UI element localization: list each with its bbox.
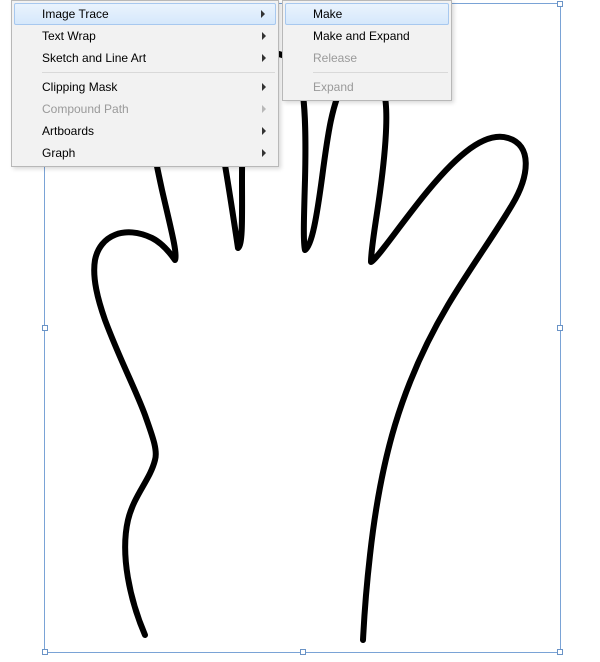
menu-item-label: Graph bbox=[42, 146, 75, 160]
context-menu[interactable]: Image Trace Text Wrap Sketch and Line Art C… bbox=[11, 0, 279, 167]
context-menu-item-graph[interactable]: Graph bbox=[14, 142, 276, 164]
menu-item-label: Compound Path bbox=[42, 102, 129, 116]
submenu-arrow-icon bbox=[262, 149, 266, 157]
submenu-item-make-and-expand[interactable]: Make and Expand bbox=[285, 25, 449, 47]
context-menu-item-compound-path: Compound Path bbox=[14, 98, 276, 120]
submenu-image-trace[interactable]: Make Make and Expand Release Expand bbox=[282, 0, 452, 101]
selection-handle-bl[interactable] bbox=[42, 649, 48, 655]
menu-item-label: Artboards bbox=[42, 124, 94, 138]
context-menu-item-sketch-and-line-art[interactable]: Sketch and Line Art bbox=[14, 47, 276, 69]
submenu-item-make[interactable]: Make bbox=[285, 3, 449, 25]
menu-item-label: Make bbox=[313, 7, 342, 21]
submenu-arrow-icon bbox=[262, 54, 266, 62]
submenu-item-expand: Expand bbox=[285, 76, 449, 98]
context-menu-item-clipping-mask[interactable]: Clipping Mask bbox=[14, 76, 276, 98]
canvas[interactable]: Image Trace Text Wrap Sketch and Line Art C… bbox=[0, 0, 600, 662]
submenu-arrow-icon bbox=[262, 127, 266, 135]
menu-item-label: Make and Expand bbox=[313, 29, 410, 43]
selection-handle-tr[interactable] bbox=[557, 1, 563, 7]
menu-item-label: Text Wrap bbox=[42, 29, 96, 43]
context-menu-item-text-wrap[interactable]: Text Wrap bbox=[14, 25, 276, 47]
submenu-arrow-icon bbox=[261, 10, 265, 18]
submenu-arrow-icon bbox=[262, 83, 266, 91]
submenu-arrow-icon bbox=[262, 32, 266, 40]
menu-item-label: Clipping Mask bbox=[42, 80, 117, 94]
context-menu-item-artboards[interactable]: Artboards bbox=[14, 120, 276, 142]
menu-item-label: Release bbox=[313, 51, 357, 65]
selection-handle-ml[interactable] bbox=[42, 325, 48, 331]
context-menu-separator bbox=[42, 72, 275, 73]
submenu-item-release: Release bbox=[285, 47, 449, 69]
menu-item-label: Expand bbox=[313, 80, 354, 94]
menu-item-label: Image Trace bbox=[42, 7, 109, 21]
submenu-separator bbox=[313, 72, 448, 73]
context-menu-item-image-trace[interactable]: Image Trace bbox=[14, 3, 276, 25]
submenu-arrow-icon bbox=[262, 105, 266, 113]
menu-item-label: Sketch and Line Art bbox=[42, 51, 146, 65]
